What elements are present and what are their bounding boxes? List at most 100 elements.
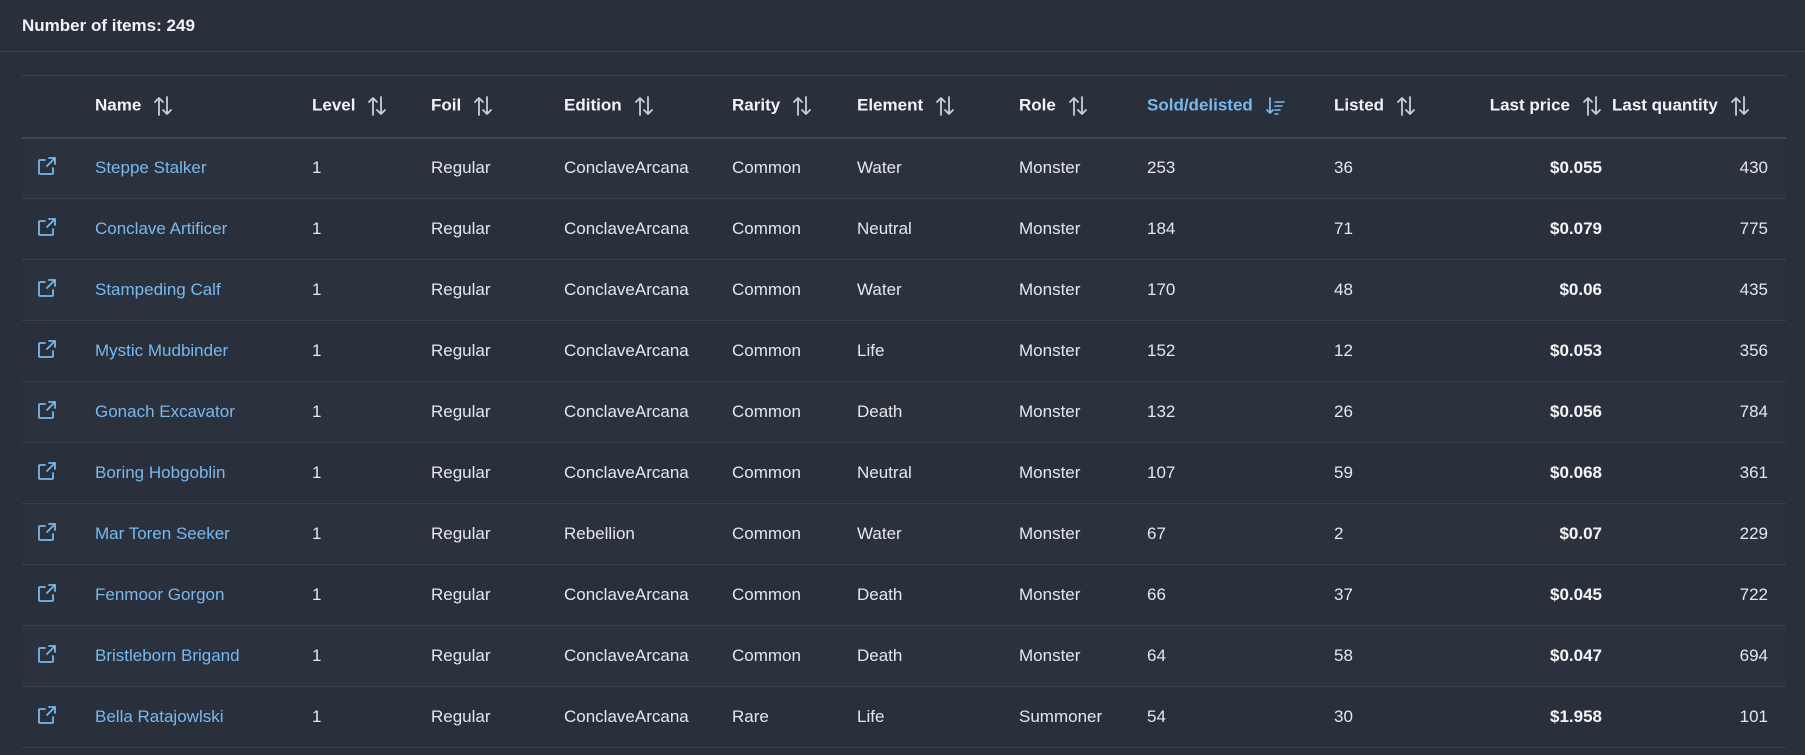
sort-icon[interactable]	[1730, 95, 1750, 117]
cell-sold-delisted: 184	[1147, 219, 1176, 238]
item-name-link[interactable]: Conclave Artificer	[95, 219, 227, 238]
cell-foil: Regular	[431, 646, 491, 665]
items-table-container: Name Level Foil Edition Rarity Element Role Sol…	[22, 75, 1786, 748]
cell-rarity: Common	[732, 524, 801, 543]
sort-icon[interactable]	[153, 95, 173, 117]
open-link-cell	[22, 626, 95, 687]
cell-role: Monster	[1019, 341, 1081, 360]
column-header-listed[interactable]: Listed	[1334, 76, 1460, 138]
cell-name: Bella Ratajowlski	[95, 687, 312, 748]
external-link-icon[interactable]	[37, 339, 57, 363]
cell-last-price: $0.045	[1550, 585, 1602, 604]
column-header-role[interactable]: Role	[1019, 76, 1147, 138]
cell-name: Bristleborn Brigand	[95, 626, 312, 687]
sort-icon[interactable]	[792, 95, 812, 117]
cell-sold-delisted: 54	[1147, 707, 1166, 726]
cell-rarity: Common	[732, 402, 801, 421]
external-link-icon[interactable]	[37, 644, 57, 668]
cell-sold-delisted: 152	[1147, 341, 1176, 360]
column-header-label: Role	[1019, 95, 1056, 115]
sort-icon[interactable]	[935, 95, 955, 117]
cell-listed: 59	[1334, 463, 1353, 482]
item-name-link[interactable]: Mystic Mudbinder	[95, 341, 228, 360]
external-link-icon[interactable]	[37, 522, 57, 546]
cell-foil: Regular	[431, 585, 491, 604]
cell-edition: ConclaveArcana	[564, 646, 689, 665]
cell-rarity: Rare	[732, 707, 769, 726]
table-row: Steppe Stalker 1 Regular ConclaveArcana Comm…	[22, 137, 1786, 199]
cell-listed: 58	[1334, 646, 1353, 665]
open-link-cell	[22, 199, 95, 260]
sort-icon[interactable]	[367, 95, 387, 117]
cell-foil: Regular	[431, 524, 491, 543]
cell-last-quantity: 784	[1739, 402, 1768, 421]
item-name-link[interactable]: Fenmoor Gorgon	[95, 585, 224, 604]
cell-last-quantity: 435	[1739, 280, 1768, 299]
column-header-label: Listed	[1334, 95, 1385, 115]
sort-descending-icon[interactable]	[1265, 95, 1285, 117]
table-row: Boring Hobgoblin 1 Regular ConclaveArcana Co…	[22, 442, 1786, 504]
cell-sold-delisted: 170	[1147, 280, 1176, 299]
sort-icon[interactable]	[1068, 95, 1088, 117]
cell-sold-delisted: 132	[1147, 402, 1176, 421]
cell-name: Stampeding Calf	[95, 260, 312, 321]
external-link-icon[interactable]	[37, 217, 57, 241]
item-name-link[interactable]: Gonach Excavator	[95, 402, 235, 421]
cell-sold-delisted: 253	[1147, 158, 1176, 178]
open-link-cell	[22, 565, 95, 626]
column-header-last-price[interactable]: Last price	[1460, 76, 1612, 138]
column-header-foil[interactable]: Foil	[431, 76, 564, 138]
cell-level: 1	[312, 219, 322, 238]
column-header-element[interactable]: Element	[857, 76, 1019, 138]
column-header-label: Name	[95, 95, 142, 115]
column-header-name[interactable]: Name	[95, 76, 312, 138]
sort-icon[interactable]	[1396, 95, 1416, 117]
column-header-label: Element	[857, 95, 924, 115]
cell-level: 1	[312, 707, 322, 726]
open-link-cell	[22, 382, 95, 443]
table-row: Mystic Mudbinder 1 Regular ConclaveArcana Co…	[22, 320, 1786, 382]
sort-icon[interactable]	[1582, 95, 1602, 117]
column-header-last-quantity[interactable]: Last quantity	[1612, 76, 1786, 138]
cell-sold-delisted: 64	[1147, 646, 1166, 665]
cell-element: Death	[857, 646, 903, 665]
cell-listed: 26	[1334, 402, 1353, 421]
table-row: Mar Toren Seeker 1 Regular Rebellion Common W…	[22, 503, 1786, 565]
item-name-link[interactable]: Stampeding Calf	[95, 280, 221, 299]
external-link-icon[interactable]	[37, 400, 57, 424]
item-name-link[interactable]: Bella Ratajowlski	[95, 707, 224, 726]
cell-last-price: $0.056	[1550, 402, 1602, 421]
item-name-link[interactable]: Steppe Stalker	[95, 158, 207, 177]
cell-element: Death	[857, 402, 903, 421]
external-link-icon[interactable]	[37, 278, 57, 302]
column-header-level[interactable]: Level	[312, 76, 431, 138]
cell-level: 1	[312, 524, 322, 543]
column-header-edition[interactable]: Edition	[564, 76, 732, 138]
external-link-icon[interactable]	[37, 705, 57, 729]
item-name-link[interactable]: Boring Hobgoblin	[95, 463, 225, 482]
item-name-link[interactable]: Mar Toren Seeker	[95, 524, 230, 543]
table-header: Name Level Foil Edition Rarity Element Role Sol…	[22, 75, 1786, 138]
column-header-label: Edition	[564, 95, 622, 115]
cell-last-quantity: 694	[1739, 646, 1768, 665]
item-name-link[interactable]: Bristleborn Brigand	[95, 646, 240, 665]
external-link-icon[interactable]	[37, 156, 57, 180]
cell-edition: ConclaveArcana	[564, 280, 689, 299]
external-link-icon[interactable]	[37, 583, 57, 607]
column-header-rarity[interactable]: Rarity	[732, 76, 857, 138]
external-link-icon[interactable]	[37, 461, 57, 485]
sort-icon[interactable]	[473, 95, 493, 117]
items-table: Name Level Foil Edition Rarity Element Role Sol…	[22, 75, 1786, 748]
cell-name: Steppe Stalker	[95, 138, 312, 199]
table-row: Gonach Excavator 1 Regular ConclaveArcana Co…	[22, 381, 1786, 443]
cell-edition: ConclaveArcana	[564, 341, 689, 360]
cell-element: Neutral	[857, 463, 912, 482]
cell-element: Neutral	[857, 219, 912, 238]
cell-name: Boring Hobgoblin	[95, 443, 312, 504]
cell-rarity: Common	[732, 280, 801, 299]
sort-icon[interactable]	[634, 95, 654, 117]
column-header-sold-delisted[interactable]: Sold/delisted	[1147, 76, 1334, 138]
cell-edition: ConclaveArcana	[564, 707, 689, 726]
cell-sold-delisted: 66	[1147, 585, 1166, 604]
cell-level: 1	[312, 463, 322, 482]
